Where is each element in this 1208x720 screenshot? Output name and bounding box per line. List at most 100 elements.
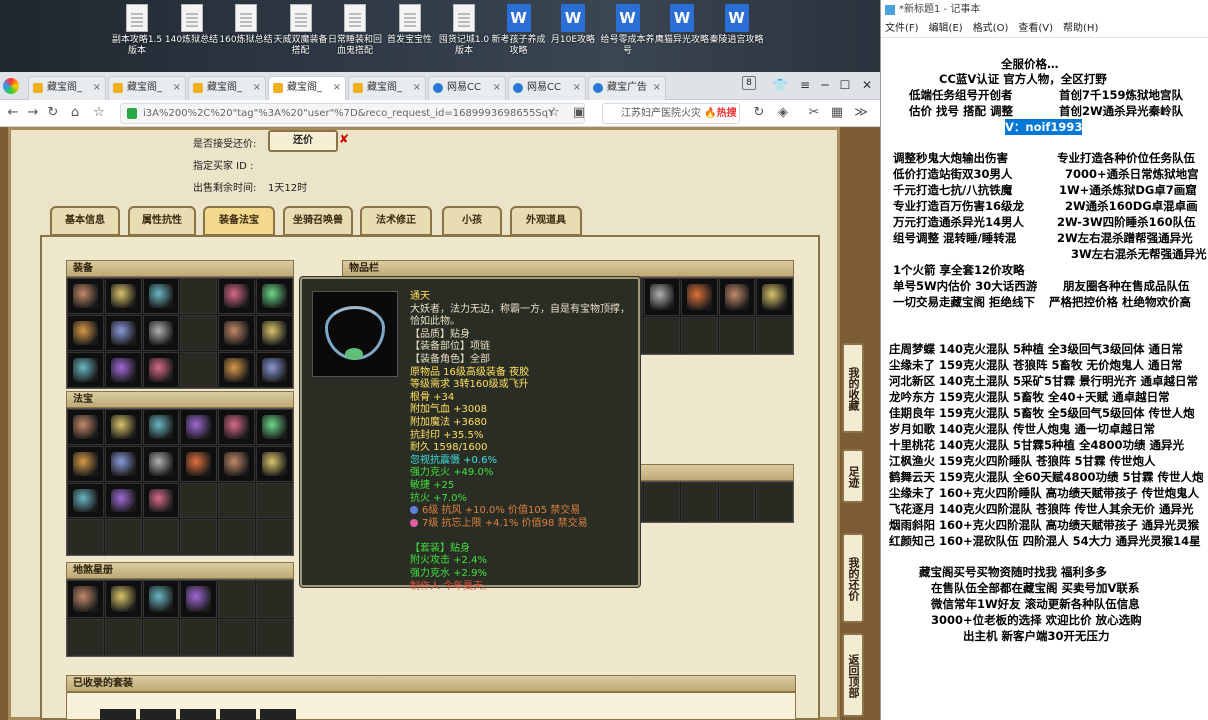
browser-tab[interactable]: 藏宝广告 × (588, 76, 666, 100)
fabao-slot[interactable] (142, 482, 180, 519)
equip-slot[interactable] (67, 315, 104, 351)
suit-item[interactable] (180, 709, 216, 720)
fabao-slot[interactable] (256, 519, 293, 555)
tab-close-icon[interactable]: × (413, 77, 421, 99)
item-slot[interactable] (643, 278, 681, 316)
browser-tab[interactable]: 藏宝阁_ × (268, 76, 346, 101)
tab-count-badge[interactable]: 8 (742, 76, 756, 90)
item-slot[interactable] (681, 278, 718, 316)
fabao-slot[interactable] (218, 409, 256, 445)
earth-slot[interactable] (256, 580, 293, 618)
notepad-body[interactable]: 全服价格… CC蓝V认证 官方人物，全区打野 低端任务组号开创者 首创7千159炼狱地… (881, 40, 1208, 720)
equip-slot[interactable] (218, 315, 256, 351)
fabao-slot[interactable] (256, 445, 293, 482)
notepad-menu-item[interactable]: 文件(F) (885, 23, 919, 34)
earth-slot[interactable] (256, 618, 293, 656)
fabao-slot[interactable] (67, 519, 104, 555)
fabao-slot[interactable] (256, 482, 293, 519)
close-icon[interactable]: ✘ (339, 132, 349, 146)
side-button[interactable]: 返回顶部 (842, 633, 864, 717)
equip-slot[interactable] (180, 315, 218, 351)
item-slot[interactable] (643, 482, 681, 522)
suit-item[interactable] (260, 709, 296, 720)
tab-close-icon[interactable]: × (173, 77, 181, 99)
apps-icon[interactable]: ▦ (828, 104, 846, 122)
url-field[interactable]: i3A%200%2C%20"tag"%3A%20"user"%7D&reco_r… (120, 103, 585, 124)
refresh-alt-icon[interactable]: ↻ (750, 104, 768, 122)
forward-icon[interactable]: → (24, 104, 42, 122)
equip-slot[interactable] (142, 278, 180, 314)
menu-icon[interactable]: ≡ (795, 76, 815, 94)
scissors-icon[interactable]: ✂ (805, 104, 823, 122)
item-slot[interactable] (718, 278, 756, 316)
suit-item[interactable] (100, 709, 136, 720)
browser-logo-icon[interactable] (3, 78, 19, 94)
fabao-slot[interactable] (180, 482, 218, 519)
equip-slot[interactable] (256, 352, 293, 388)
equip-slot[interactable] (256, 278, 293, 314)
tab-close-icon[interactable]: × (253, 77, 261, 99)
side-button[interactable]: 我的还价 (842, 533, 864, 623)
search-field[interactable]: 江苏妇产医院火灾 🔥热搜 (602, 103, 740, 124)
fabao-slot[interactable] (104, 409, 142, 445)
notepad-menu-item[interactable]: 格式(O) (973, 23, 1009, 34)
browser-tab[interactable]: 藏宝阁_ × (108, 76, 186, 100)
desktop-icon[interactable]: 首发宝宝性 (383, 4, 437, 46)
fabao-slot[interactable] (67, 409, 104, 445)
earth-slot[interactable] (142, 580, 180, 618)
extension-icon[interactable]: ▣ (570, 104, 588, 122)
desktop-icon[interactable]: 160炼狱总结 (219, 4, 273, 46)
browser-tab[interactable]: 网易CC × (428, 76, 506, 100)
shirt-icon[interactable]: 👕 (770, 76, 790, 94)
item-slot[interactable] (718, 316, 756, 354)
close-button[interactable]: ✕ (857, 76, 877, 94)
side-button[interactable]: 足迹 (842, 449, 864, 503)
tab-close-icon[interactable]: × (653, 77, 661, 99)
desktop-icon[interactable]: W 给号零成本养号 (601, 4, 655, 57)
equip-slot[interactable] (67, 278, 104, 314)
suit-item[interactable] (220, 709, 256, 720)
desktop-icon[interactable]: W 月10E攻略 (546, 4, 600, 46)
notepad-menu-item[interactable]: 帮助(H) (1063, 23, 1098, 34)
game-tab[interactable]: 法术修正 (360, 206, 432, 236)
more-icon[interactable]: ≫ (852, 104, 870, 122)
earth-slot[interactable] (67, 618, 104, 656)
game-tab[interactable]: 坐骑召唤兽 (283, 206, 353, 236)
fabao-slot[interactable] (104, 482, 142, 519)
equip-slot[interactable] (180, 352, 218, 388)
equip-slot[interactable] (104, 315, 142, 351)
fabao-slot[interactable] (142, 409, 180, 445)
suit-item[interactable] (140, 709, 176, 720)
fabao-slot[interactable] (180, 519, 218, 555)
equip-slot[interactable] (218, 352, 256, 388)
desktop-icon[interactable]: 日常睡装和回血鬼搭配 (328, 4, 382, 57)
haggle-button[interactable]: 还价 (268, 130, 338, 152)
desktop-icon[interactable]: 囤货记城1.0版本 (437, 4, 491, 57)
browser-tab[interactable]: 藏宝阁_ × (28, 76, 106, 100)
earth-slot[interactable] (218, 618, 256, 656)
equip-slot[interactable] (104, 278, 142, 314)
fabao-slot[interactable] (142, 445, 180, 482)
earth-slot[interactable] (104, 618, 142, 656)
star-icon[interactable]: ☆ (545, 104, 563, 122)
maximize-button[interactable]: ☐ (835, 76, 855, 94)
fabao-slot[interactable] (180, 445, 218, 482)
game-tab[interactable]: 外观道具 (510, 206, 582, 236)
equip-slot[interactable] (142, 352, 180, 388)
security-icon[interactable]: ◈ (774, 104, 792, 122)
desktop-icon[interactable]: W 秦陵逍宫攻略 (710, 4, 764, 46)
item-slot[interactable] (756, 482, 793, 522)
fabao-slot[interactable] (67, 482, 104, 519)
notepad-menu-item[interactable]: 编辑(E) (929, 23, 963, 34)
fabao-slot[interactable] (218, 482, 256, 519)
equip-slot[interactable] (218, 278, 256, 314)
item-slot[interactable] (756, 278, 793, 316)
fabao-slot[interactable] (256, 409, 293, 445)
tab-close-icon[interactable]: × (573, 77, 581, 99)
earth-slot[interactable] (180, 580, 218, 618)
earth-slot[interactable] (142, 618, 180, 656)
equip-slot[interactable] (256, 315, 293, 351)
item-slot[interactable] (643, 316, 681, 354)
bookmark-icon[interactable]: ☆ (90, 104, 108, 122)
item-slot[interactable] (681, 316, 718, 354)
